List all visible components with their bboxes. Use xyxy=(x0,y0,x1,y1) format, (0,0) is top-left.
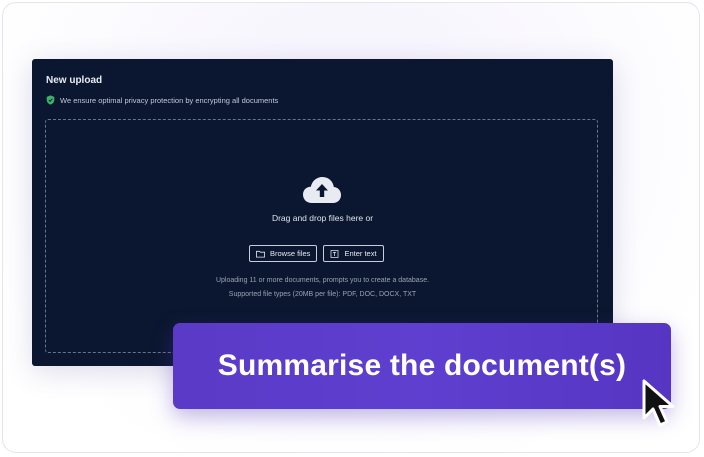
enter-text-label: Enter text xyxy=(344,249,377,258)
cloud-upload-icon xyxy=(303,177,341,203)
summarise-button-label: Summarise the document(s) xyxy=(217,349,627,382)
summarise-button[interactable]: Summarise the document(s) xyxy=(173,323,671,409)
upload-limit-info: Uploading 11 or more documents, prompts … xyxy=(215,277,430,284)
panel-title: New upload xyxy=(46,75,103,86)
browse-files-button[interactable]: Browse files xyxy=(249,245,318,262)
supported-types-info: Supported file types (20MB per file): PD… xyxy=(228,291,417,298)
enter-text-button[interactable]: Enter text xyxy=(323,245,384,262)
folder-icon xyxy=(256,250,265,258)
text-icon xyxy=(331,249,339,258)
cursor-icon xyxy=(642,379,675,427)
browse-files-label: Browse files xyxy=(270,249,311,258)
privacy-note: We ensure optimal privacy protection by … xyxy=(46,95,278,105)
drag-drop-text: Drag and drop files here or xyxy=(271,213,374,223)
shield-icon xyxy=(46,95,55,105)
drop-zone[interactable] xyxy=(45,119,598,353)
privacy-text: We ensure optimal privacy protection by … xyxy=(60,95,279,105)
upload-panel: New upload We ensure optimal privacy pro… xyxy=(32,59,613,366)
upload-buttons: Browse files Enter text xyxy=(249,245,384,262)
